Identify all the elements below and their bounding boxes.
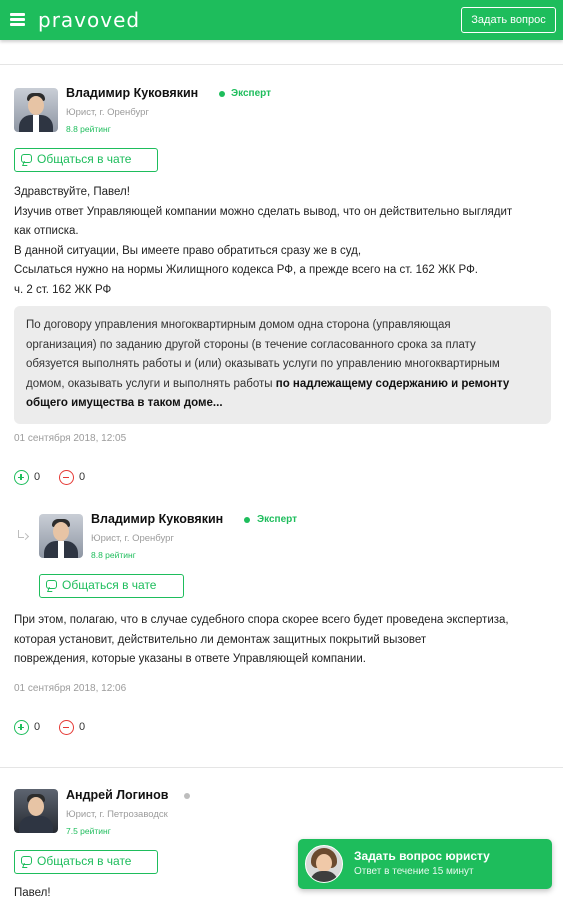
quote-line: По договору управления многоквартирным д… xyxy=(26,319,451,331)
answer-text: Павел! xyxy=(14,884,51,900)
quote-line: домом, оказывать услуги и выполнять рабо… xyxy=(26,375,541,395)
avatar[interactable] xyxy=(14,789,58,833)
online-dot-icon xyxy=(219,91,225,97)
answer-paragraph: Ссылаться нужно на нормы Жилищного кодек… xyxy=(14,264,479,276)
divider xyxy=(0,767,563,768)
menu-icon[interactable] xyxy=(10,13,25,26)
online-dot-icon xyxy=(244,517,250,523)
answer-paragraph: как отписка. xyxy=(14,225,79,237)
minus-icon xyxy=(59,720,74,735)
answer-paragraph: Изучив ответ Управляющей компании можно … xyxy=(14,205,513,218)
downvote-count: 0 xyxy=(79,721,86,733)
chat-button-label: Общаться в чате xyxy=(62,578,157,592)
reply-paragraph: которая установит, действительно ли демо… xyxy=(14,633,427,646)
author-meta: Юрист, г. Оренбург xyxy=(66,107,149,118)
divider xyxy=(0,64,563,65)
downvote-count: 0 xyxy=(79,471,86,483)
quote-line: организация) по заданию другой стороны (… xyxy=(26,338,476,351)
upvote-count: 0 xyxy=(34,721,41,733)
avatar[interactable] xyxy=(14,88,58,132)
answer-paragraph: ч. 2 ст. 162 ЖК РФ xyxy=(14,283,112,296)
chat-icon xyxy=(46,580,57,589)
top-app-bar: pravoved Задать вопрос xyxy=(0,0,563,40)
chat-button[interactable]: Общаться в чате xyxy=(39,574,184,598)
law-quote: По договору управления многоквартирным д… xyxy=(14,306,551,424)
chat-button-label: Общаться в чате xyxy=(37,854,132,868)
author-name[interactable]: Владимир Куковякин xyxy=(66,86,198,100)
expert-badge: Эксперт xyxy=(257,514,298,525)
author-name[interactable]: Андрей Логинов xyxy=(66,788,168,802)
consultant-avatar xyxy=(305,845,343,883)
author-name[interactable]: Владимир Куковякин xyxy=(91,512,223,526)
quote-line: обязуется выполнять работы и (или) оказы… xyxy=(26,358,500,370)
reply-arrow-icon xyxy=(17,530,29,542)
reply-date: 01 сентября 2018, 12:06 xyxy=(14,683,127,694)
reply-paragraph: При этом, полагаю, что в случае судебног… xyxy=(14,614,509,626)
author-meta: Юрист, г. Оренбург xyxy=(91,533,174,544)
quote-bold: общего имущества в таком доме... xyxy=(26,397,223,409)
quote-line: общего имущества в таком доме... xyxy=(26,394,541,414)
author-rating: 8.8 рейтинг xyxy=(91,550,136,560)
cta-title: Задать вопрос юристу xyxy=(354,849,490,863)
quote-bold: по надлежащему содержанию и ремонту xyxy=(275,377,510,390)
chat-button[interactable]: Общаться в чате xyxy=(14,148,158,172)
ask-question-button[interactable]: Задать вопрос xyxy=(461,7,556,33)
cta-subtitle: Ответ в течение 15 минут xyxy=(354,866,474,877)
answer-paragraph: Здравствуйте, Павел! xyxy=(14,186,130,198)
author-meta: Юрист, г. Петрозаводск xyxy=(66,809,168,820)
ask-lawyer-floating-button[interactable]: Задать вопрос юристу Ответ в течение 15 … xyxy=(298,839,552,889)
answer-paragraph: В данной ситуации, Вы имеете право обрат… xyxy=(14,244,362,257)
reply-text: При этом, полагаю, что в случае судебног… xyxy=(14,611,509,670)
avatar[interactable] xyxy=(39,514,83,558)
author-rating: 8.8 рейтинг xyxy=(66,124,111,134)
minus-icon xyxy=(59,470,74,485)
answer-paragraph: Павел! xyxy=(14,887,51,899)
upvote-count: 0 xyxy=(34,471,41,483)
reply-paragraph: повреждения, которые указаны в ответе Уп… xyxy=(14,653,366,665)
plus-icon xyxy=(14,470,29,485)
quote-text: домом, оказывать услуги и выполнять рабо… xyxy=(26,377,276,390)
expert-badge: Эксперт xyxy=(231,88,272,99)
site-logo[interactable]: pravoved xyxy=(38,8,140,32)
plus-icon xyxy=(14,720,29,735)
chat-icon xyxy=(21,154,32,163)
chat-button-label: Общаться в чате xyxy=(37,152,132,166)
offline-dot-icon xyxy=(184,793,190,799)
answer-date: 01 сентября 2018, 12:05 xyxy=(14,433,127,444)
author-rating: 7.5 рейтинг xyxy=(66,826,111,836)
answer-text: Здравствуйте, Павел! Изучив ответ Управл… xyxy=(14,183,512,300)
chat-button[interactable]: Общаться в чате xyxy=(14,850,158,874)
chat-icon xyxy=(21,856,32,865)
